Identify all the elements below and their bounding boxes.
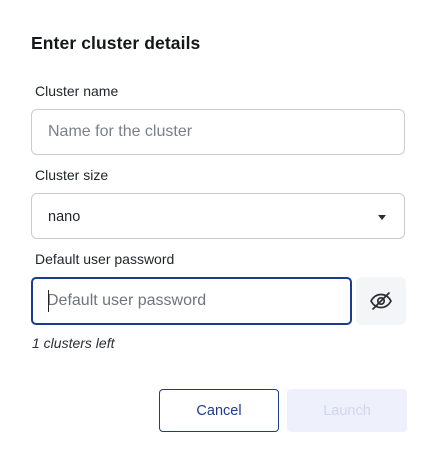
cluster-size-select[interactable]: nano [31, 193, 405, 239]
cluster-name-input[interactable] [32, 110, 404, 154]
caret-down-icon [378, 215, 386, 220]
eye-off-icon [370, 292, 392, 310]
password-label: Default user password [35, 251, 175, 267]
text-cursor [48, 290, 49, 312]
cluster-name-field-wrapper [31, 109, 405, 155]
cancel-button[interactable]: Cancel [159, 389, 279, 432]
cluster-size-selected-value: nano [48, 209, 81, 225]
cluster-details-dialog: Enter cluster details Cluster name Clust… [0, 0, 431, 452]
cluster-name-label: Cluster name [35, 83, 119, 99]
toggle-password-visibility-button[interactable] [356, 277, 406, 325]
clusters-left-hint: 1 clusters left [32, 335, 115, 351]
cluster-size-label: Cluster size [35, 167, 109, 183]
dialog-title: Enter cluster details [31, 33, 201, 53]
launch-button[interactable]: Launch [287, 389, 407, 432]
password-field-wrapper [31, 277, 352, 325]
password-input[interactable] [33, 279, 350, 323]
